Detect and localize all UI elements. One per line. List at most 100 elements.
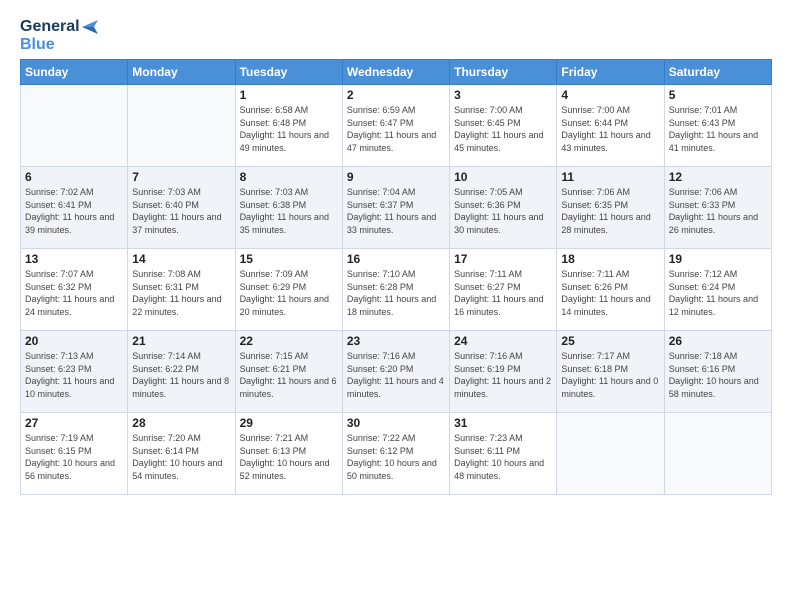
calendar-cell: 26 Sunrise: 7:18 AMSunset: 6:16 PMDayligh… xyxy=(664,331,771,413)
calendar-cell: 10 Sunrise: 7:05 AMSunset: 6:36 PMDayligh… xyxy=(450,167,557,249)
weekday-header-wednesday: Wednesday xyxy=(342,60,449,85)
calendar-cell: 17 Sunrise: 7:11 AMSunset: 6:27 PMDayligh… xyxy=(450,249,557,331)
day-info: Sunrise: 6:58 AMSunset: 6:48 PMDaylight:… xyxy=(240,104,338,154)
logo: General Blue xyxy=(20,18,98,53)
page: General Blue SundayMondayTuesdayWednesda… xyxy=(0,0,792,612)
calendar-cell: 27 Sunrise: 7:19 AMSunset: 6:15 PMDayligh… xyxy=(21,413,128,495)
weekday-header-thursday: Thursday xyxy=(450,60,557,85)
calendar-cell: 12 Sunrise: 7:06 AMSunset: 6:33 PMDayligh… xyxy=(664,167,771,249)
calendar-cell: 16Sunrise: 7:10 AMSunset: 6:28 PMDayligh… xyxy=(342,249,449,331)
day-number: 26 xyxy=(669,334,767,348)
day-number: 24 xyxy=(454,334,552,348)
day-number: 23 xyxy=(347,334,445,348)
weekday-header-row: SundayMondayTuesdayWednesdayThursdayFrid… xyxy=(21,60,772,85)
calendar-cell: 13 Sunrise: 7:07 AMSunset: 6:32 PMDayligh… xyxy=(21,249,128,331)
day-info: Sunrise: 7:23 AMSunset: 6:11 PMDaylight:… xyxy=(454,432,552,482)
calendar-cell: 2 Sunrise: 6:59 AMSunset: 6:47 PMDaylight… xyxy=(342,85,449,167)
calendar-cell: 30 Sunrise: 7:22 AMSunset: 6:12 PMDayligh… xyxy=(342,413,449,495)
day-info: Sunrise: 7:06 AMSunset: 6:33 PMDaylight:… xyxy=(669,186,767,236)
day-info: Sunrise: 7:15 AMSunset: 6:21 PMDaylight:… xyxy=(240,350,338,400)
day-info: Sunrise: 7:17 AMSunset: 6:18 PMDaylight:… xyxy=(561,350,659,400)
day-info: Sunrise: 7:00 AMSunset: 6:44 PMDaylight:… xyxy=(561,104,659,154)
calendar-cell xyxy=(664,413,771,495)
calendar-cell: 3Sunrise: 7:00 AMSunset: 6:45 PMDaylight… xyxy=(450,85,557,167)
calendar-cell: 1Sunrise: 6:58 AMSunset: 6:48 PMDaylight… xyxy=(235,85,342,167)
day-number: 27 xyxy=(25,416,123,430)
day-number: 4 xyxy=(561,88,659,102)
day-info: Sunrise: 7:10 AMSunset: 6:28 PMDaylight:… xyxy=(347,268,445,318)
day-number: 29 xyxy=(240,416,338,430)
logo-text: General Blue xyxy=(20,18,98,53)
day-number: 17 xyxy=(454,252,552,266)
day-info: Sunrise: 7:20 AMSunset: 6:14 PMDaylight:… xyxy=(132,432,230,482)
weekday-header-tuesday: Tuesday xyxy=(235,60,342,85)
day-number: 9 xyxy=(347,170,445,184)
day-number: 7 xyxy=(132,170,230,184)
day-number: 14 xyxy=(132,252,230,266)
day-info: Sunrise: 7:12 AMSunset: 6:24 PMDaylight:… xyxy=(669,268,767,318)
calendar-cell: 25 Sunrise: 7:17 AMSunset: 6:18 PMDayligh… xyxy=(557,331,664,413)
calendar-cell: 6 Sunrise: 7:02 AMSunset: 6:41 PMDaylight… xyxy=(21,167,128,249)
day-info: Sunrise: 7:03 AMSunset: 6:38 PMDaylight:… xyxy=(240,186,338,236)
day-number: 28 xyxy=(132,416,230,430)
calendar-week-row: 20 Sunrise: 7:13 AMSunset: 6:23 PMDayligh… xyxy=(21,331,772,413)
day-info: Sunrise: 7:16 AMSunset: 6:19 PMDaylight:… xyxy=(454,350,552,400)
calendar-cell: 15 Sunrise: 7:09 AMSunset: 6:29 PMDayligh… xyxy=(235,249,342,331)
day-number: 30 xyxy=(347,416,445,430)
day-info: Sunrise: 7:14 AMSunset: 6:22 PMDaylight:… xyxy=(132,350,230,400)
day-number: 6 xyxy=(25,170,123,184)
day-number: 8 xyxy=(240,170,338,184)
calendar-cell: 20 Sunrise: 7:13 AMSunset: 6:23 PMDayligh… xyxy=(21,331,128,413)
calendar-cell: 29 Sunrise: 7:21 AMSunset: 6:13 PMDayligh… xyxy=(235,413,342,495)
day-number: 25 xyxy=(561,334,659,348)
calendar-table: SundayMondayTuesdayWednesdayThursdayFrid… xyxy=(20,59,772,495)
day-info: Sunrise: 7:02 AMSunset: 6:41 PMDaylight:… xyxy=(25,186,123,236)
calendar-cell: 18 Sunrise: 7:11 AMSunset: 6:26 PMDayligh… xyxy=(557,249,664,331)
calendar-cell xyxy=(21,85,128,167)
day-info: Sunrise: 7:21 AMSunset: 6:13 PMDaylight:… xyxy=(240,432,338,482)
calendar-cell: 23 Sunrise: 7:16 AMSunset: 6:20 PMDayligh… xyxy=(342,331,449,413)
day-info: Sunrise: 7:06 AMSunset: 6:35 PMDaylight:… xyxy=(561,186,659,236)
calendar-cell: 14 Sunrise: 7:08 AMSunset: 6:31 PMDayligh… xyxy=(128,249,235,331)
weekday-header-friday: Friday xyxy=(557,60,664,85)
day-number: 3 xyxy=(454,88,552,102)
calendar-cell: 11Sunrise: 7:06 AMSunset: 6:35 PMDayligh… xyxy=(557,167,664,249)
day-info: Sunrise: 7:22 AMSunset: 6:12 PMDaylight:… xyxy=(347,432,445,482)
calendar-week-row: 1Sunrise: 6:58 AMSunset: 6:48 PMDaylight… xyxy=(21,85,772,167)
day-info: Sunrise: 7:13 AMSunset: 6:23 PMDaylight:… xyxy=(25,350,123,400)
day-number: 22 xyxy=(240,334,338,348)
bird-icon xyxy=(82,20,98,34)
day-number: 20 xyxy=(25,334,123,348)
day-info: Sunrise: 7:16 AMSunset: 6:20 PMDaylight:… xyxy=(347,350,445,400)
day-number: 15 xyxy=(240,252,338,266)
calendar-cell: 22 Sunrise: 7:15 AMSunset: 6:21 PMDayligh… xyxy=(235,331,342,413)
day-info: Sunrise: 7:08 AMSunset: 6:31 PMDaylight:… xyxy=(132,268,230,318)
calendar-cell: 28 Sunrise: 7:20 AMSunset: 6:14 PMDayligh… xyxy=(128,413,235,495)
calendar-cell: 31 Sunrise: 7:23 AMSunset: 6:11 PMDayligh… xyxy=(450,413,557,495)
calendar-week-row: 27 Sunrise: 7:19 AMSunset: 6:15 PMDayligh… xyxy=(21,413,772,495)
day-number: 12 xyxy=(669,170,767,184)
day-number: 5 xyxy=(669,88,767,102)
day-info: Sunrise: 7:09 AMSunset: 6:29 PMDaylight:… xyxy=(240,268,338,318)
day-info: Sunrise: 7:01 AMSunset: 6:43 PMDaylight:… xyxy=(669,104,767,154)
day-info: Sunrise: 7:11 AMSunset: 6:27 PMDaylight:… xyxy=(454,268,552,318)
weekday-header-sunday: Sunday xyxy=(21,60,128,85)
day-number: 18 xyxy=(561,252,659,266)
day-number: 19 xyxy=(669,252,767,266)
day-number: 13 xyxy=(25,252,123,266)
day-info: Sunrise: 7:07 AMSunset: 6:32 PMDaylight:… xyxy=(25,268,123,318)
day-info: Sunrise: 7:18 AMSunset: 6:16 PMDaylight:… xyxy=(669,350,767,400)
day-info: Sunrise: 7:03 AMSunset: 6:40 PMDaylight:… xyxy=(132,186,230,236)
day-number: 10 xyxy=(454,170,552,184)
day-info: Sunrise: 7:19 AMSunset: 6:15 PMDaylight:… xyxy=(25,432,123,482)
day-number: 21 xyxy=(132,334,230,348)
calendar-cell: 8 Sunrise: 7:03 AMSunset: 6:38 PMDaylight… xyxy=(235,167,342,249)
calendar-week-row: 6 Sunrise: 7:02 AMSunset: 6:41 PMDaylight… xyxy=(21,167,772,249)
day-info: Sunrise: 6:59 AMSunset: 6:47 PMDaylight:… xyxy=(347,104,445,154)
calendar-cell: 7 Sunrise: 7:03 AMSunset: 6:40 PMDaylight… xyxy=(128,167,235,249)
day-number: 31 xyxy=(454,416,552,430)
day-info: Sunrise: 7:05 AMSunset: 6:36 PMDaylight:… xyxy=(454,186,552,236)
day-number: 2 xyxy=(347,88,445,102)
day-info: Sunrise: 7:11 AMSunset: 6:26 PMDaylight:… xyxy=(561,268,659,318)
calendar-cell: 24 Sunrise: 7:16 AMSunset: 6:19 PMDayligh… xyxy=(450,331,557,413)
